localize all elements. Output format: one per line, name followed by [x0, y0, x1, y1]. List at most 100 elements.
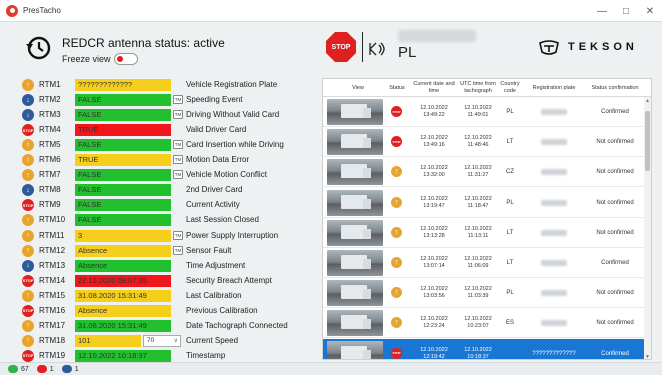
rtm-value: 3	[75, 229, 171, 242]
freeze-view-label: Freeze view	[62, 54, 111, 64]
table-row[interactable]: ↑ 12.10.2022 13:07:14 12.10.2022 11:06:09 LT C…	[323, 248, 645, 278]
truck-cab-shape	[363, 138, 371, 149]
camera-thumbnail[interactable]	[327, 99, 383, 125]
camera-thumbnail[interactable]	[327, 129, 383, 156]
rtm-value: Absence	[75, 304, 171, 317]
current-time: 13:49:22	[423, 112, 445, 118]
stop-icon: STOP	[391, 106, 402, 117]
truck-cab-shape	[363, 168, 371, 179]
close-button[interactable]: ✕	[638, 0, 662, 22]
stop-icon: STOP	[391, 347, 402, 359]
vehicle-id-redacted	[398, 30, 476, 42]
rtm-value: 101	[75, 334, 141, 347]
rtm-id: RTM5	[39, 140, 61, 150]
table-row[interactable]: ↑ 12.10.2022 13:19:47 12.10.2022 11:18:47 PL N…	[323, 188, 645, 218]
col-status[interactable]: Status	[385, 85, 409, 92]
table-row[interactable]: ↑ 12.10.2022 13:13:28 12.10.2022 11:13:11 LT N…	[323, 218, 645, 248]
col-plate[interactable]: Registration plate	[525, 85, 583, 92]
camera-thumbnail[interactable]	[327, 340, 383, 359]
rtm-row: STOP RTM19 12.10.2022 10:18:37 Timestamp	[22, 349, 312, 363]
arrow-up-icon: ↑	[22, 319, 34, 332]
speed-limit-select[interactable]: 70 ∨	[143, 334, 181, 347]
tm-badge-button[interactable]: TM	[173, 95, 183, 105]
table-header: View Status Current date and time UTC ti…	[323, 79, 651, 97]
rtm-id: RTM15	[39, 290, 66, 300]
tm-badge-button[interactable]: TM	[173, 140, 183, 150]
table-row[interactable]: STOP 12.10.2022 13:49:22 12.10.2022 11:49:01…	[323, 97, 645, 127]
registration-plate-cell	[525, 109, 583, 117]
arrow-up-icon: ↑	[22, 169, 34, 182]
rtm-row: ↑ RTM15 31.08.2020 15:31:49 Last Calibratio…	[22, 289, 312, 303]
camera-thumbnail[interactable]	[327, 250, 383, 276]
camera-thumbnail[interactable]	[327, 310, 383, 337]
utc-datetime-cell: 12.10.2022 11:18:47	[458, 196, 498, 210]
rtm-row: ↓ RTM2 FALSE TM Speeding Event	[22, 93, 312, 107]
country-code-cell: LT	[506, 139, 514, 146]
arrow-up-icon: ↑	[391, 287, 402, 299]
tm-badge-button[interactable]: TM	[173, 170, 183, 180]
rtm-id: RTM6	[39, 155, 61, 165]
tm-badge-button[interactable]: TM	[173, 245, 183, 255]
utc-datetime-cell: 12.10.2022 10:23:07	[458, 316, 498, 330]
current-time: 12:23:24	[423, 323, 445, 330]
rtm-value: 12.10.2022 10:18:37	[75, 349, 171, 362]
rtm-row: ↑ RTM6 TRUE TM Motion Data Error	[22, 153, 312, 167]
scroll-up-icon[interactable]: ▲	[644, 98, 651, 104]
table-row[interactable]: ↑ 12.10.2022 12:23:24 12.10.2022 10:23:07 ES N…	[323, 308, 645, 339]
footer-green-count: 67	[8, 365, 29, 373]
utc-time: 11:13:11	[467, 232, 489, 239]
camera-thumbnail[interactable]	[327, 159, 383, 186]
rtm-value: FALSE	[75, 214, 171, 227]
current-date: 12.10.2022	[420, 195, 448, 202]
rtm-row: STOP RTM9 FALSE Current Activity	[22, 198, 312, 212]
rtm-description: Security Breach Attempt	[186, 275, 272, 285]
col-country[interactable]: Country code	[499, 81, 521, 94]
scroll-thumb[interactable]	[645, 111, 650, 171]
rtm-value: FALSE	[75, 199, 171, 212]
rtm-id: RTM3	[39, 110, 61, 120]
status-confirmation-cell: Confirmed	[601, 350, 629, 357]
current-date: 12.10.2022	[420, 286, 448, 293]
utc-date: 12.10.2022	[464, 195, 492, 202]
table-row[interactable]: STOP 12.10.2022 12:19:42 12.10.2022 10:18:37…	[323, 338, 645, 360]
rtm-row: ↑ RTM1????????????? Vehicle Registration P…	[22, 78, 312, 92]
scroll-down-icon[interactable]: ▼	[644, 354, 651, 359]
table-row[interactable]: ↑ 12.10.2022 13:03:56 12.10.2022 11:03:39 PL N…	[323, 278, 645, 309]
camera-thumbnail[interactable]	[327, 189, 383, 216]
current-date: 12.10.2022	[420, 105, 448, 111]
current-date: 12.10.2022	[420, 256, 448, 262]
utc-time: 10:18:37	[467, 353, 489, 360]
col-current-time[interactable]: Current date and time	[413, 81, 455, 94]
country-code-cell: LT	[506, 260, 514, 266]
col-utc-time[interactable]: UTC time from tachograph	[457, 81, 499, 94]
table-scrollbar[interactable]: ▲ ▼	[644, 97, 651, 359]
maximize-button[interactable]: □	[614, 0, 638, 22]
utc-time: 11:03:39	[467, 293, 489, 300]
rtm-description: Sensor Fault	[186, 245, 232, 255]
arrow-down-icon: ↓	[22, 259, 34, 272]
camera-thumbnail[interactable]	[327, 219, 383, 246]
camera-thumbnail[interactable]	[327, 280, 383, 307]
arrow-down-icon: ↓	[22, 109, 34, 122]
rtm-row: ↑ RTM7 FALSE TM Vehicle Motion Conflict	[22, 168, 312, 182]
tm-badge-button[interactable]: TM	[173, 230, 183, 240]
tm-badge-button[interactable]: TM	[173, 155, 183, 165]
green-count: 67	[21, 365, 29, 373]
tm-badge-button[interactable]: TM	[173, 110, 183, 120]
col-confirmation[interactable]: Status confirmation	[585, 85, 645, 92]
table-row[interactable]: STOP 12.10.2022 13:49:16 12.10.2022 11:48:46…	[323, 127, 645, 158]
minimize-button[interactable]: —	[590, 0, 614, 22]
tekson-logo-icon	[539, 40, 559, 55]
rtm-value: TRUE	[75, 124, 171, 137]
plate-redacted	[541, 169, 567, 176]
rtm-value: FALSE	[75, 169, 171, 182]
truck-cab-shape	[363, 319, 371, 330]
utc-datetime-cell: 12.10.2022 10:18:37	[458, 347, 498, 360]
freeze-view-toggle[interactable]	[114, 53, 138, 65]
col-view[interactable]: View	[343, 85, 373, 92]
rtm-description: Date Tachograph Connected	[186, 320, 288, 330]
history-icon[interactable]	[24, 34, 52, 62]
rtm-row: ↓ RTM3 FALSE TM Driving Without Valid Card	[22, 108, 312, 122]
utc-date: 12.10.2022	[464, 316, 492, 323]
table-row[interactable]: ↑ 12.10.2022 13:32:00 12.10.2022 11:31:27 CZ N…	[323, 157, 645, 188]
